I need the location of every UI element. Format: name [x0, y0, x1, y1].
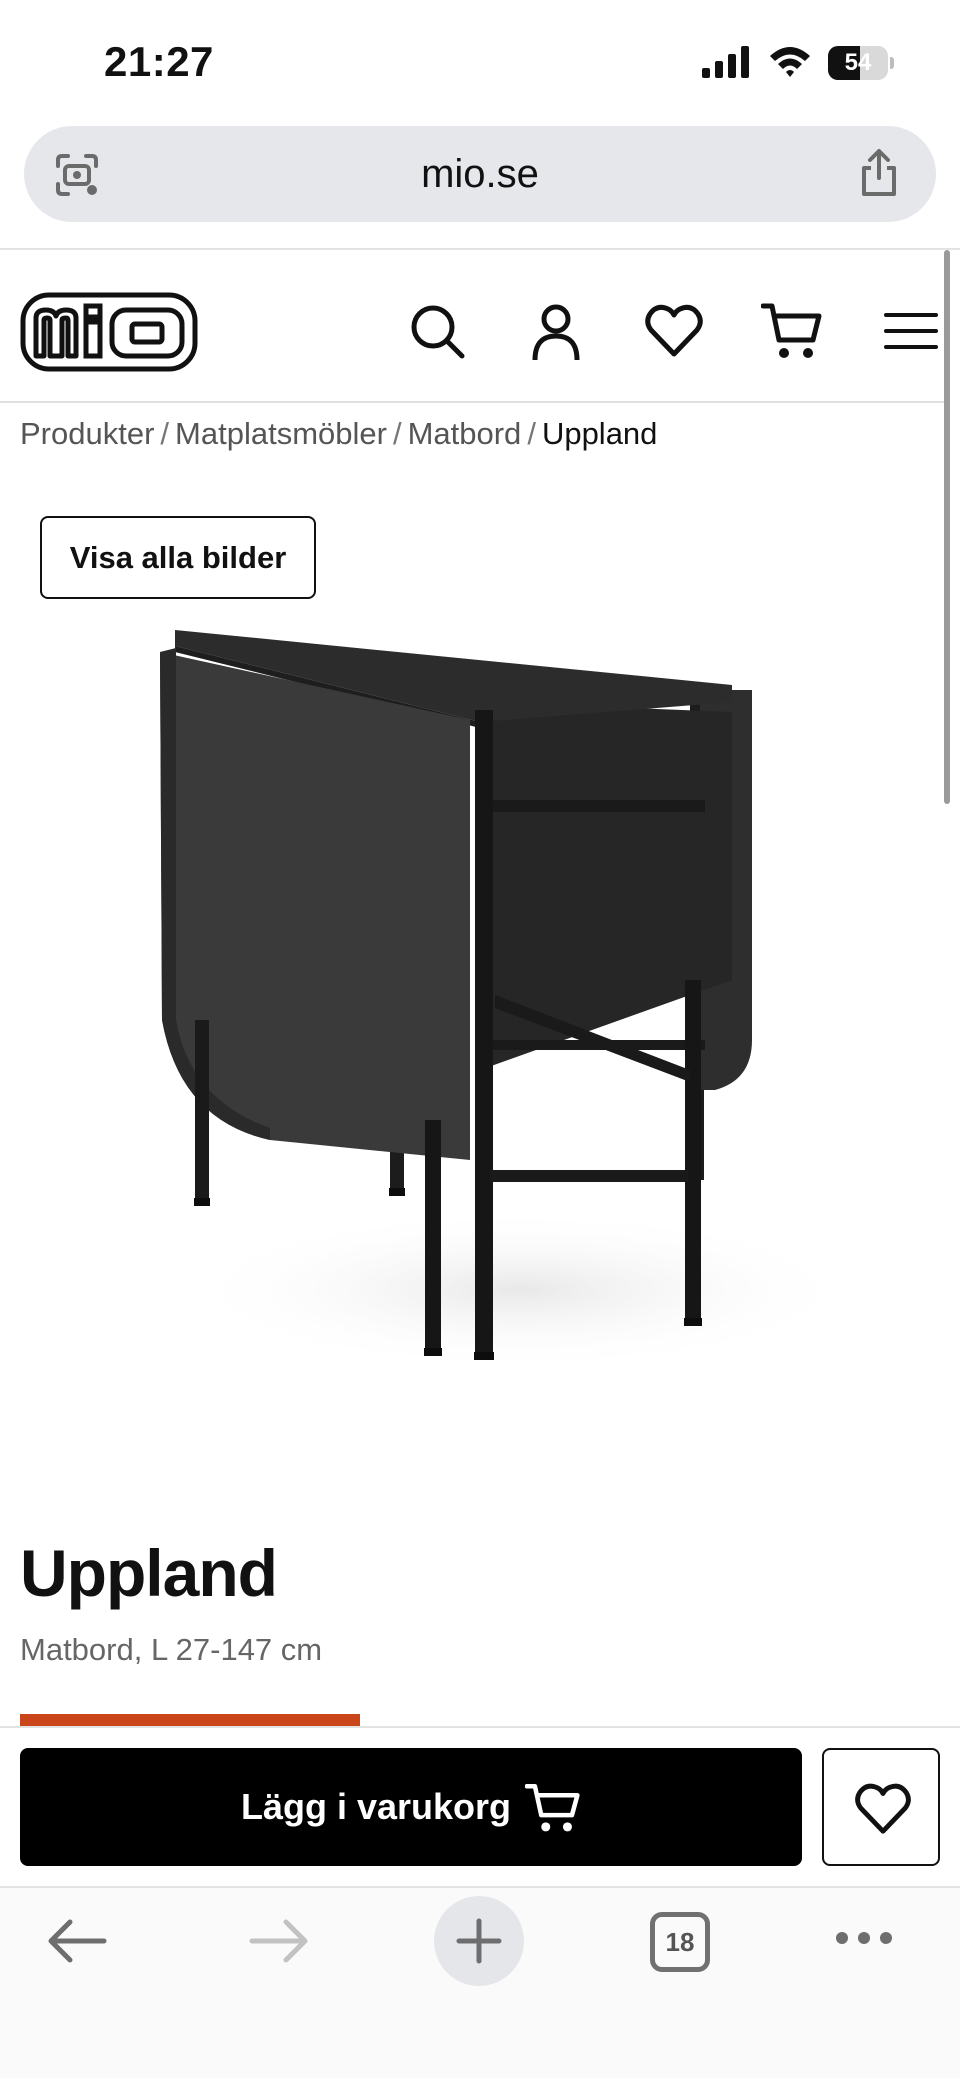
search-icon[interactable]	[406, 300, 468, 362]
cellular-signal-icon	[702, 46, 749, 78]
divider	[0, 248, 960, 250]
url-text[interactable]: mio.se	[24, 126, 936, 222]
breadcrumb-item-matplatsmobler[interactable]: Matplatsmöbler	[175, 416, 387, 451]
forward-arrow-icon[interactable]	[248, 1916, 310, 1966]
status-time: 21:27	[104, 38, 214, 85]
divider	[0, 1726, 960, 1728]
address-bar[interactable]: mio.se	[24, 126, 936, 222]
battery-level: 54	[844, 49, 872, 76]
menu-icon[interactable]	[880, 300, 942, 362]
breadcrumb-separator: /	[527, 416, 536, 451]
breadcrumb-separator: /	[160, 416, 170, 451]
mio-logo[interactable]	[20, 292, 198, 372]
product-image[interactable]	[100, 600, 860, 1370]
product-subtitle: Matbord, L 27-147 cm	[20, 1632, 323, 1667]
scrollbar[interactable]	[944, 250, 950, 804]
accent-bar	[20, 1714, 360, 1726]
heart-icon	[855, 1783, 911, 1834]
heart-icon[interactable]	[643, 300, 705, 362]
more-icon[interactable]	[834, 1928, 894, 1948]
status-bar: 21:27 54	[0, 0, 960, 120]
breadcrumb-item-matbord[interactable]: Matbord	[408, 416, 522, 451]
add-to-cart-button[interactable]: Lägg i varukorg	[20, 1748, 802, 1866]
new-tab-button[interactable]	[434, 1896, 524, 1986]
add-to-cart-label: Lägg i varukorg	[240, 1786, 512, 1827]
divider	[0, 401, 944, 403]
breadcrumb-item-produkter[interactable]: Produkter	[20, 416, 154, 451]
product-title: Uppland	[20, 1536, 278, 1610]
cart-icon	[525, 1783, 580, 1832]
account-icon[interactable]	[525, 300, 587, 362]
show-all-images-button[interactable]: Visa alla bilder	[40, 516, 316, 599]
back-arrow-icon[interactable]	[46, 1916, 108, 1966]
plus-icon	[456, 1918, 502, 1964]
share-icon[interactable]	[856, 148, 902, 198]
cart-icon[interactable]	[761, 300, 823, 362]
wifi-icon	[770, 47, 810, 77]
battery-icon: 54	[828, 46, 894, 80]
breadcrumb-current: Uppland	[541, 416, 658, 451]
tabs-button[interactable]: 18	[650, 1912, 710, 1972]
breadcrumb-separator: /	[392, 416, 402, 451]
add-to-wishlist-button[interactable]	[822, 1748, 940, 1866]
breadcrumb: Produkter / Matplatsmöbler / Matbord / Uppland	[20, 412, 657, 456]
